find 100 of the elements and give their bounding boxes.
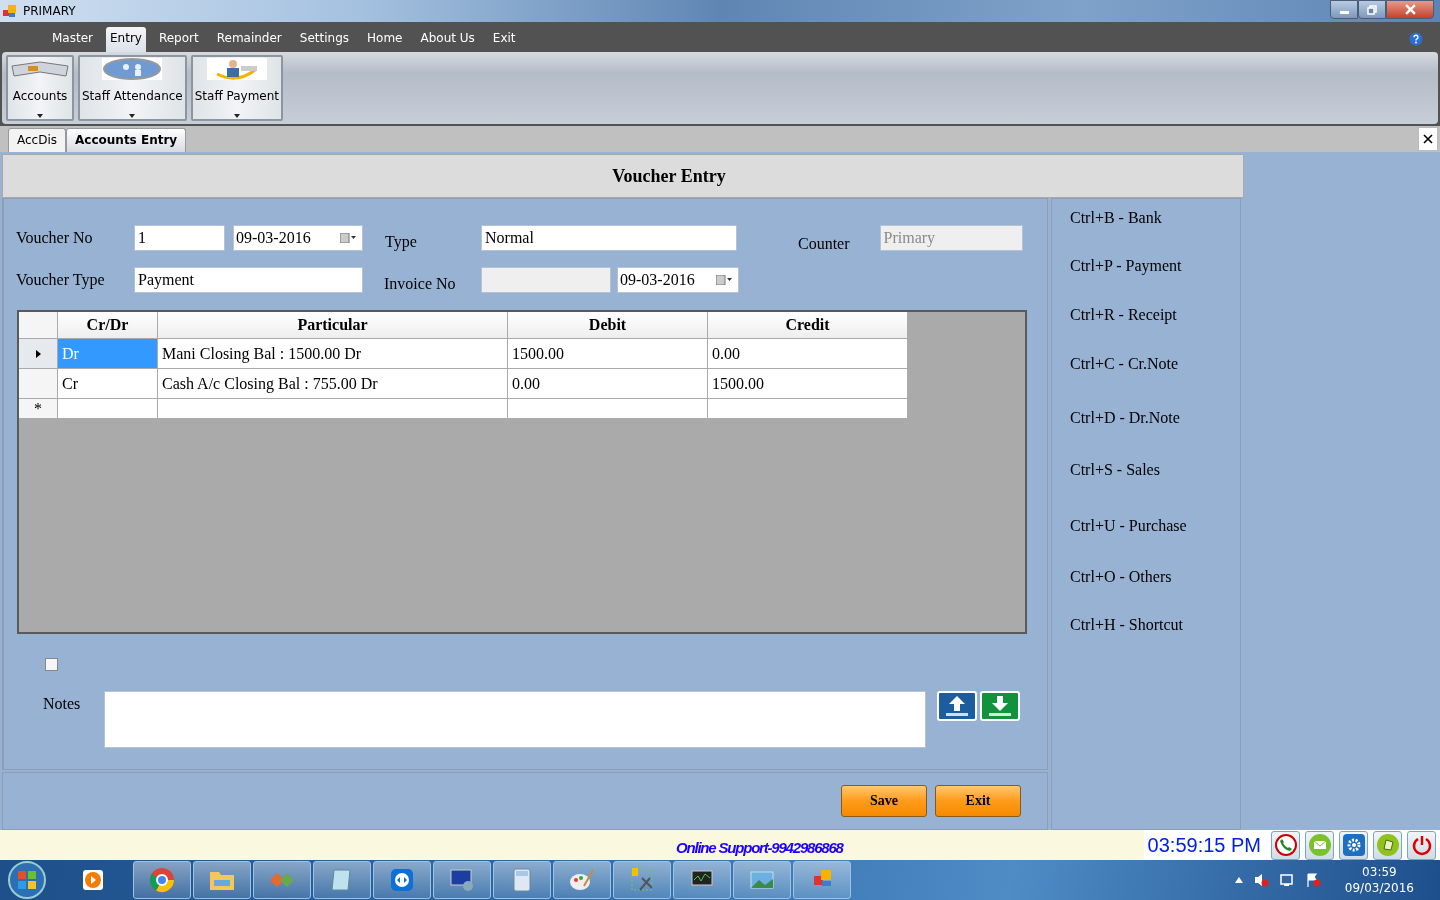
tray-time[interactable]: 03:59 [1362,864,1397,880]
column-header: Credit [708,312,908,339]
table-cell[interactable] [508,399,708,419]
tray-date[interactable]: 09/03/2016 [1344,880,1414,896]
table-cell[interactable] [58,399,158,419]
note-icon [1375,833,1400,857]
date-picker[interactable]: 09-03-2016 [617,267,739,293]
phone-button[interactable] [1271,830,1300,860]
close-tab-button[interactable] [1418,127,1438,151]
download-icon[interactable] [980,691,1020,721]
remote-icon [388,866,416,894]
menu-item[interactable]: Report [149,27,208,52]
taskbar-button[interactable] [673,861,731,899]
field-label: Counter [798,235,850,253]
support-text: Online Support-9942986868 [676,838,843,856]
taskbar-button[interactable] [373,861,431,899]
shortcut-hint: Ctrl+R - Receipt [1070,306,1178,324]
mail-button[interactable] [1305,830,1334,860]
voucher-no-field[interactable]: 1 [134,225,225,251]
caret-icon [129,114,136,118]
calendar-icon[interactable] [716,275,732,285]
ribbon-button[interactable]: Staff Attendance [78,55,187,121]
field-label: Voucher Type [16,271,106,289]
browser-icon [148,866,176,894]
close-icon [1404,4,1416,15]
column-header: Debit [508,312,708,339]
notes-label: Notes [43,695,82,713]
menu-item[interactable]: Master [43,27,102,52]
help-icon[interactable] [1409,32,1423,46]
date-picker[interactable]: 09-03-2016 [233,225,363,251]
network-icon[interactable] [1278,872,1295,888]
close-icon [1423,134,1433,144]
notes-field[interactable] [104,691,926,748]
mail-icon [1307,833,1332,857]
shortcut-hint: Ctrl+U - Purchase [1070,517,1188,535]
menu-item[interactable]: Home [358,27,412,52]
voucher-type-field[interactable]: Payment [134,267,363,293]
shortcut-hint: Ctrl+P - Payment [1070,257,1183,275]
checkbox[interactable] [45,658,58,671]
start-button[interactable] [7,860,47,900]
worker-icon [206,58,267,80]
minimize-button[interactable] [1330,0,1358,19]
menu-item[interactable]: Entry [106,27,146,52]
upload-icon[interactable] [937,691,977,721]
shortcut-hint: Ctrl+H - Shortcut [1070,616,1184,634]
field-label: Invoice No [384,275,457,293]
table-cell[interactable]: Cr [58,369,158,399]
new-row-marker: * [19,399,58,419]
window-title: PRIMARY [23,4,76,18]
form-heading: Voucher Entry [612,165,726,187]
shortcut-hint: Ctrl+S - Sales [1070,461,1161,479]
menu-item[interactable]: About Us [411,27,484,52]
restore-icon [1367,4,1377,15]
calendar-icon[interactable] [340,233,356,243]
tools-icon [628,866,656,894]
shortcut-hint: Ctrl+O - Others [1070,568,1173,586]
document-tab[interactable]: AccDis [8,128,67,152]
notes-button[interactable] [1373,830,1402,860]
table-cell[interactable]: 0.00 [508,369,708,399]
show-hidden-icons-icon[interactable] [1234,877,1243,883]
gear-icon [1341,833,1366,857]
book-icon [10,58,70,80]
power-button[interactable] [1407,830,1436,860]
action-button[interactable]: Save [841,785,927,817]
current-row-icon [35,349,41,358]
document-tab[interactable]: Accounts Entry [66,128,187,152]
ribbon-button[interactable]: Staff Payment [190,55,283,121]
close-button[interactable] [1386,0,1434,19]
table-cell[interactable]: Cash A/c Closing Bal : 755.00 Dr [158,369,508,399]
menu-item[interactable]: Remainder [207,27,291,52]
table-cell[interactable]: 1500.00 [708,369,908,399]
table-cell[interactable]: Mani Closing Bal : 1500.00 Dr [158,339,508,369]
field-label: Type [385,233,418,251]
monitor-icon [448,866,476,894]
app-icon [3,4,17,18]
action-button[interactable]: Exit [935,785,1021,817]
type-field[interactable]: Normal [481,225,737,251]
ribbon-button[interactable]: Accounts [6,55,74,121]
row-header[interactable] [19,369,58,399]
flag-icon[interactable] [1304,872,1321,888]
column-header: Particular [158,312,508,339]
grid-corner[interactable] [19,312,58,339]
people-icon [102,58,163,80]
taskbar-button[interactable] [433,861,491,899]
shortcut-hint: Ctrl+D - Dr.Note [1070,409,1181,427]
minimize-icon [1339,10,1349,14]
table-cell[interactable]: 1500.00 [508,339,708,369]
restore-button[interactable] [1358,0,1386,19]
menu-item[interactable]: Exit [483,27,525,52]
caret-icon [37,114,43,118]
column-header: Cr/Dr [58,312,158,339]
table-cell[interactable]: 0.00 [708,339,908,369]
settings-button[interactable] [1339,830,1368,860]
table-cell[interactable] [708,399,908,419]
clock-text: 03:59:15 PM [1147,833,1261,857]
taskbar-button[interactable] [613,861,671,899]
menu-item[interactable]: Settings [290,27,359,52]
table-cell[interactable] [158,399,508,419]
speaker-muted-icon[interactable] [1252,872,1269,888]
shortcut-hint: Ctrl+B - Bank [1070,209,1163,227]
